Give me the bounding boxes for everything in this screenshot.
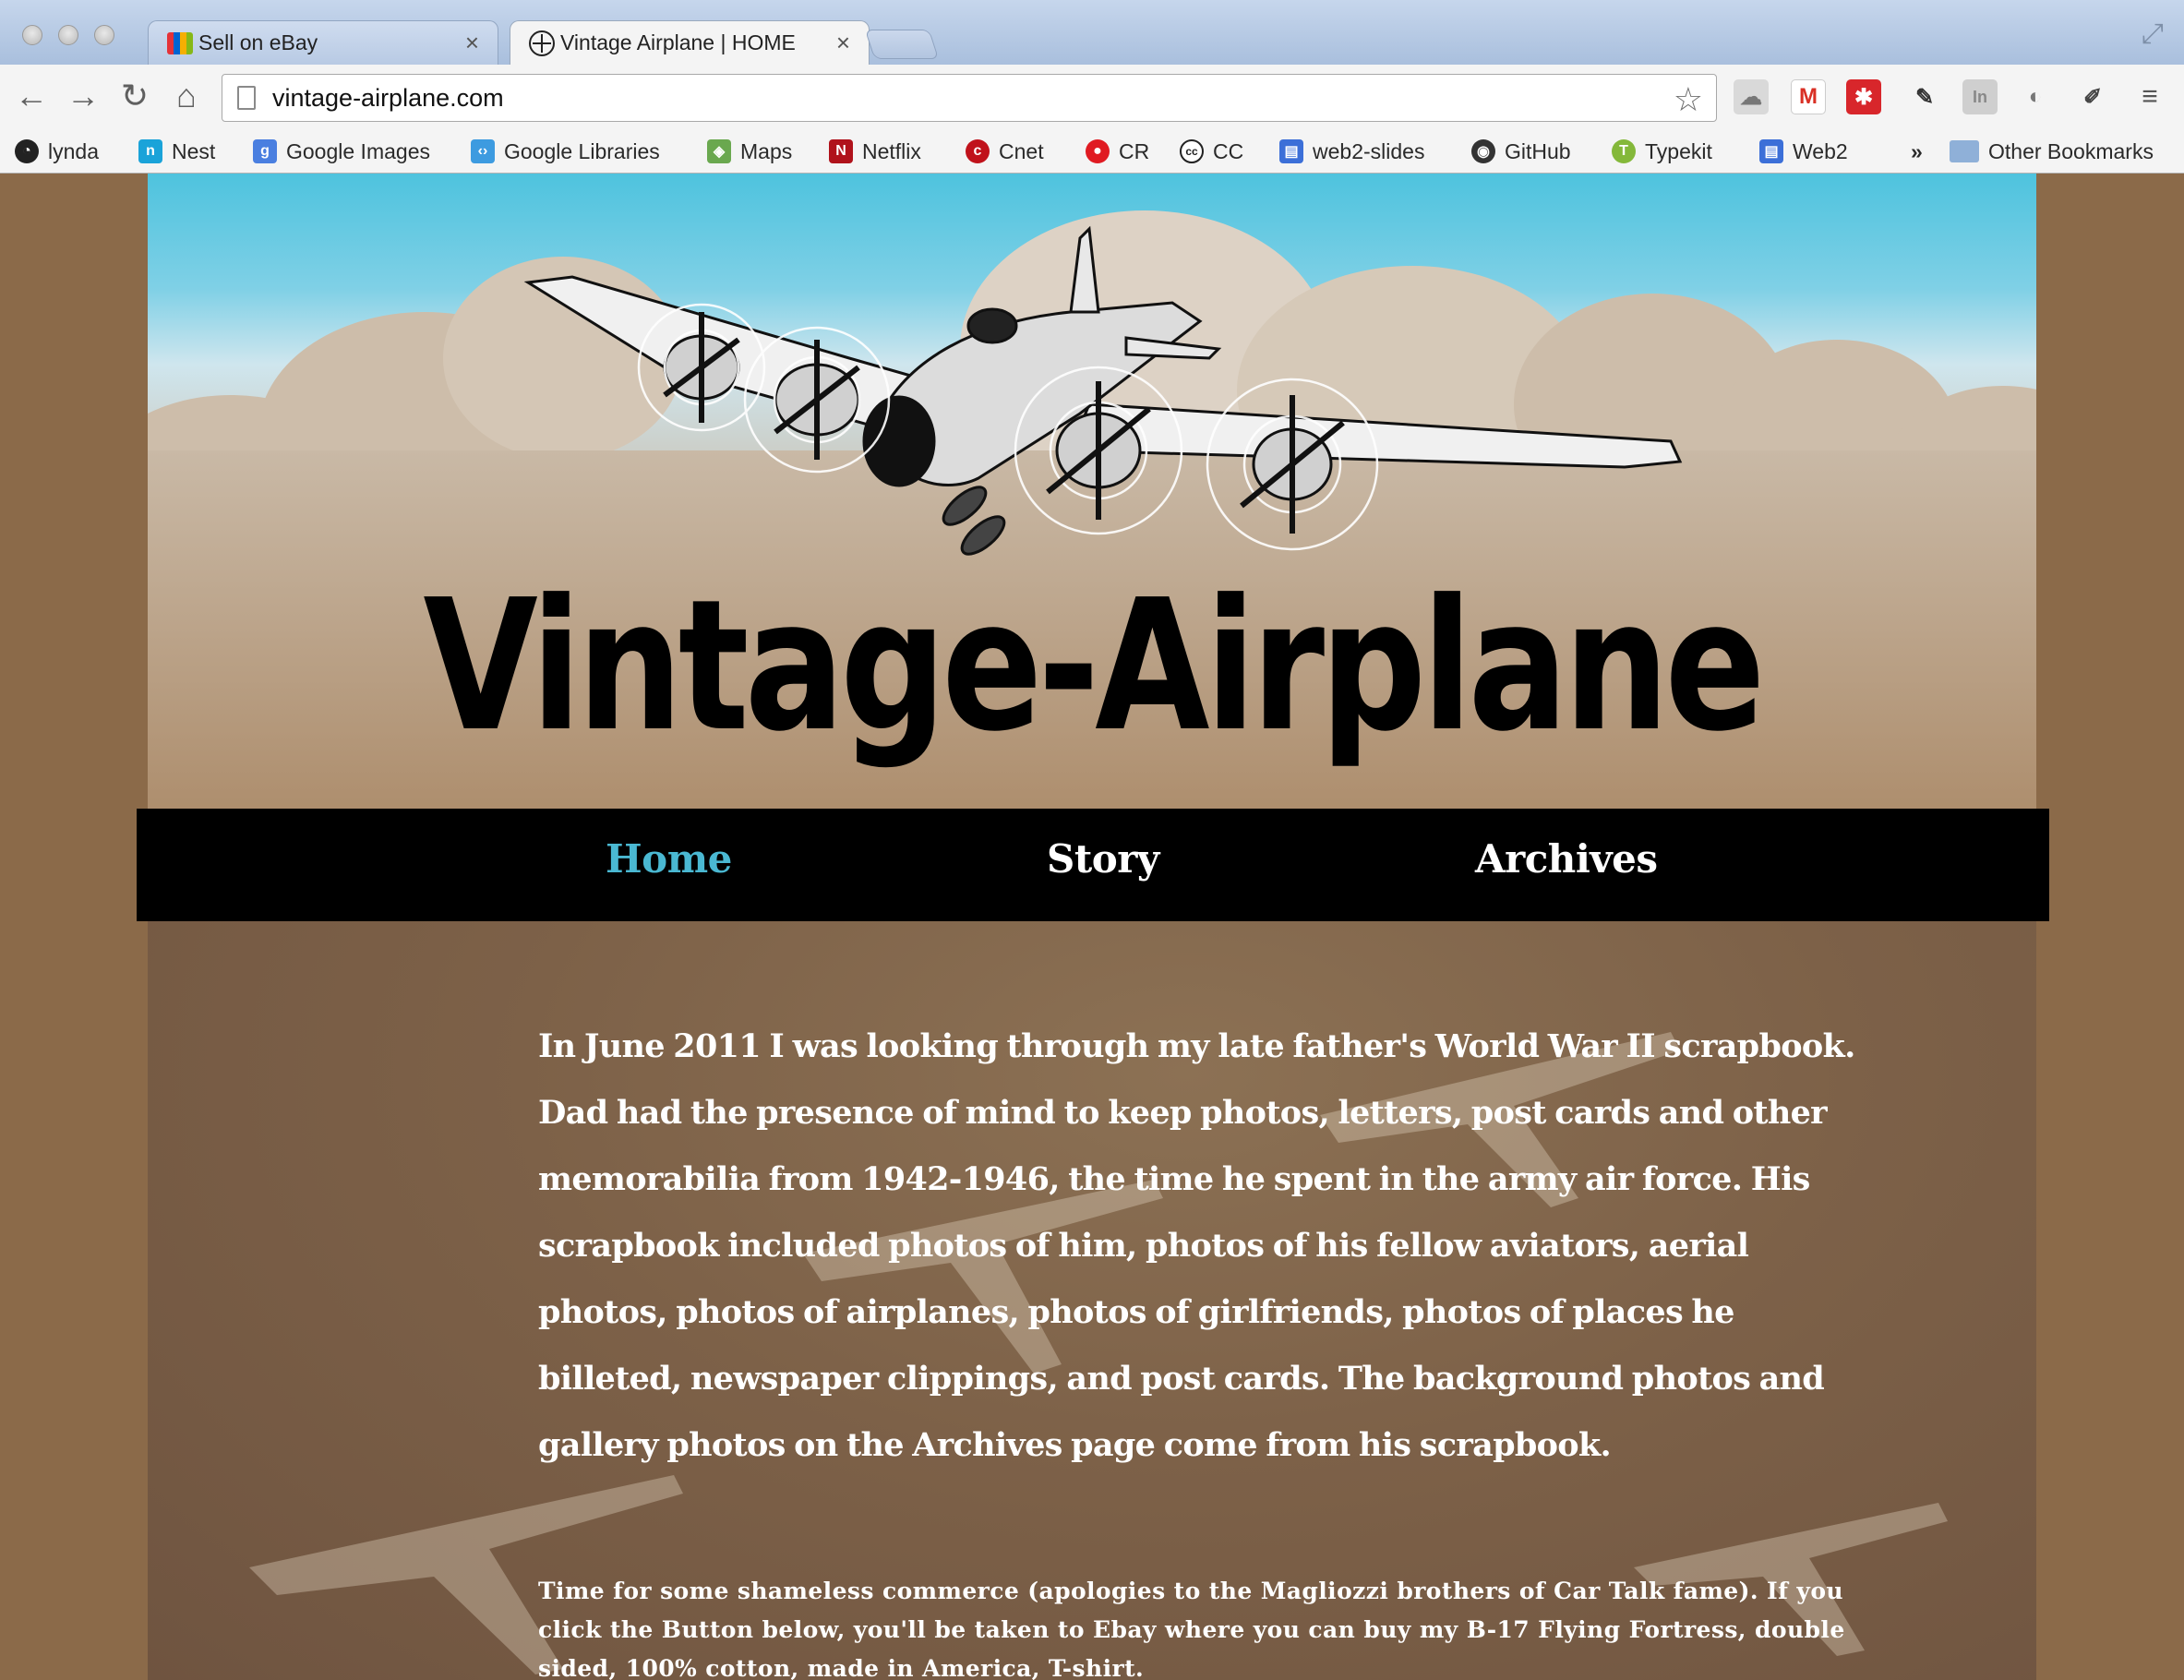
bookmark-label: Netflix — [862, 138, 921, 163]
bookmark-label: Nest — [172, 138, 216, 163]
bookmark-netflix[interactable]: N Netflix — [829, 136, 921, 167]
typekit-icon: T — [1612, 139, 1636, 163]
menu-icon[interactable]: ≡ — [2132, 79, 2167, 114]
bookmark-label: Other Bookmarks — [1988, 138, 2154, 163]
maps-icon: ◈ — [707, 139, 731, 163]
new-tab-button[interactable] — [864, 30, 940, 59]
browser-chrome: Sell on eBay × Vintage Airplane | HOME ×… — [0, 0, 2184, 174]
bookmark-lynda[interactable]: ◔ lynda — [15, 136, 99, 167]
nest-icon: n — [138, 139, 162, 163]
bookmark-label: CC — [1213, 138, 1244, 163]
bookmark-label: Cnet — [999, 138, 1044, 163]
bookmark-label: Google Images — [286, 138, 430, 163]
bookmarks-bar: ◔ lynda n Nest g Google Images ‹› Google Lib… — [0, 131, 2184, 174]
google-libraries-icon: ‹› — [471, 139, 495, 163]
reload-icon[interactable]: ↻ — [116, 78, 153, 114]
page-icon — [237, 86, 256, 110]
intro-paragraph: In June 2011 I was looking through my la… — [538, 1027, 1855, 1464]
home-icon[interactable]: ⌂ — [168, 78, 205, 114]
bookmark-star-icon[interactable]: ☆ — [1674, 80, 1703, 119]
slides-icon: ▤ — [1759, 139, 1783, 163]
web-page: Vintage-Airplane Home Story Archives In … — [0, 174, 2184, 1680]
bookmark-label: Google Libraries — [504, 138, 660, 163]
netflix-icon: N — [829, 139, 853, 163]
minimize-window-button[interactable] — [58, 25, 78, 45]
search-extension-icon[interactable]: ◐ — [2018, 79, 2053, 114]
bookmark-label: GitHub — [1505, 138, 1571, 163]
nav-archives[interactable]: Archives — [1475, 836, 1658, 882]
cloud-extension-icon[interactable]: ☁ — [1734, 79, 1769, 114]
bookmark-web2-slides[interactable]: ▤ web2-slides — [1279, 136, 1424, 167]
zoom-window-button[interactable] — [94, 25, 114, 45]
in-extension-icon[interactable]: In — [1962, 79, 1998, 114]
nav-story[interactable]: Story — [1047, 836, 1159, 882]
bookmark-cc[interactable]: cc CC — [1180, 136, 1243, 167]
tab-vintage-airplane[interactable]: Vintage Airplane | HOME × — [510, 20, 870, 65]
tab-sell-on-ebay[interactable]: Sell on eBay × — [148, 20, 498, 65]
bookmark-google-libraries[interactable]: ‹› Google Libraries — [471, 136, 660, 167]
back-arrow-icon[interactable]: ← — [13, 78, 50, 114]
commerce-paragraph: Time for some shameless commerce (apolog… — [538, 1578, 1845, 1680]
google-images-icon: g — [253, 139, 277, 163]
tab-close-icon[interactable]: × — [836, 29, 850, 57]
cc-icon: cc — [1180, 139, 1204, 163]
nav-home[interactable]: Home — [606, 836, 732, 882]
github-icon: ◉ — [1471, 139, 1495, 163]
bookmark-github[interactable]: ◉ GitHub — [1471, 136, 1571, 167]
lynda-icon: ◔ — [15, 139, 39, 163]
ebay-favicon-icon — [167, 31, 193, 54]
bookmark-cnet[interactable]: c Cnet — [966, 136, 1044, 167]
folder-icon — [1950, 140, 1979, 162]
bookmark-label: CR — [1119, 138, 1150, 163]
bookmark-typekit[interactable]: T Typekit — [1612, 136, 1712, 167]
forward-arrow-icon[interactable]: → — [65, 78, 102, 114]
bookmark-label: Maps — [740, 138, 793, 163]
eyedropper-extension-icon[interactable]: ✎ — [1907, 79, 1942, 114]
cr-icon: ● — [1086, 139, 1110, 163]
color-picker-icon[interactable]: ✐ — [2075, 79, 2110, 114]
address-url[interactable]: vintage-airplane.com — [272, 84, 504, 113]
title-bar: Sell on eBay × Vintage Airplane | HOME ×… — [0, 0, 2184, 65]
cnet-icon: c — [966, 139, 990, 163]
b17-airplane-illustration — [523, 225, 1683, 556]
address-bar[interactable]: vintage-airplane.com ☆ — [222, 74, 1717, 122]
tab-label: Sell on eBay — [198, 30, 318, 54]
slides-icon: ▤ — [1279, 139, 1303, 163]
fullscreen-icon[interactable]: ⤢ — [2142, 18, 2164, 50]
lastpass-extension-icon[interactable]: ✱ — [1846, 79, 1881, 114]
bookmarks-overflow-button[interactable]: » — [1911, 136, 1923, 167]
tab-label: Vintage Airplane | HOME — [560, 30, 796, 54]
bookmark-label: Web2 — [1793, 138, 1848, 163]
content-area: In June 2011 I was looking through my la… — [148, 921, 2036, 1680]
tab-close-icon[interactable]: × — [465, 29, 479, 57]
bookmark-maps[interactable]: ◈ Maps — [707, 136, 792, 167]
bookmark-nest[interactable]: n Nest — [138, 136, 215, 167]
bookmark-web2[interactable]: ▤ Web2 — [1759, 136, 1848, 167]
gmail-extension-icon[interactable]: M — [1791, 79, 1826, 114]
main-nav: Home Story Archives — [137, 809, 2049, 921]
other-bookmarks[interactable]: Other Bookmarks — [1950, 136, 2154, 167]
bookmark-label: web2-slides — [1313, 138, 1425, 163]
bookmark-label: Typekit — [1645, 138, 1712, 163]
bookmark-cr[interactable]: ● CR — [1086, 136, 1149, 167]
close-window-button[interactable] — [22, 25, 42, 45]
site-title: Vintage-Airplane — [423, 561, 1765, 772]
bookmark-google-images[interactable]: g Google Images — [253, 136, 430, 167]
propeller-favicon-icon — [529, 30, 555, 56]
bookmark-label: lynda — [48, 138, 99, 163]
